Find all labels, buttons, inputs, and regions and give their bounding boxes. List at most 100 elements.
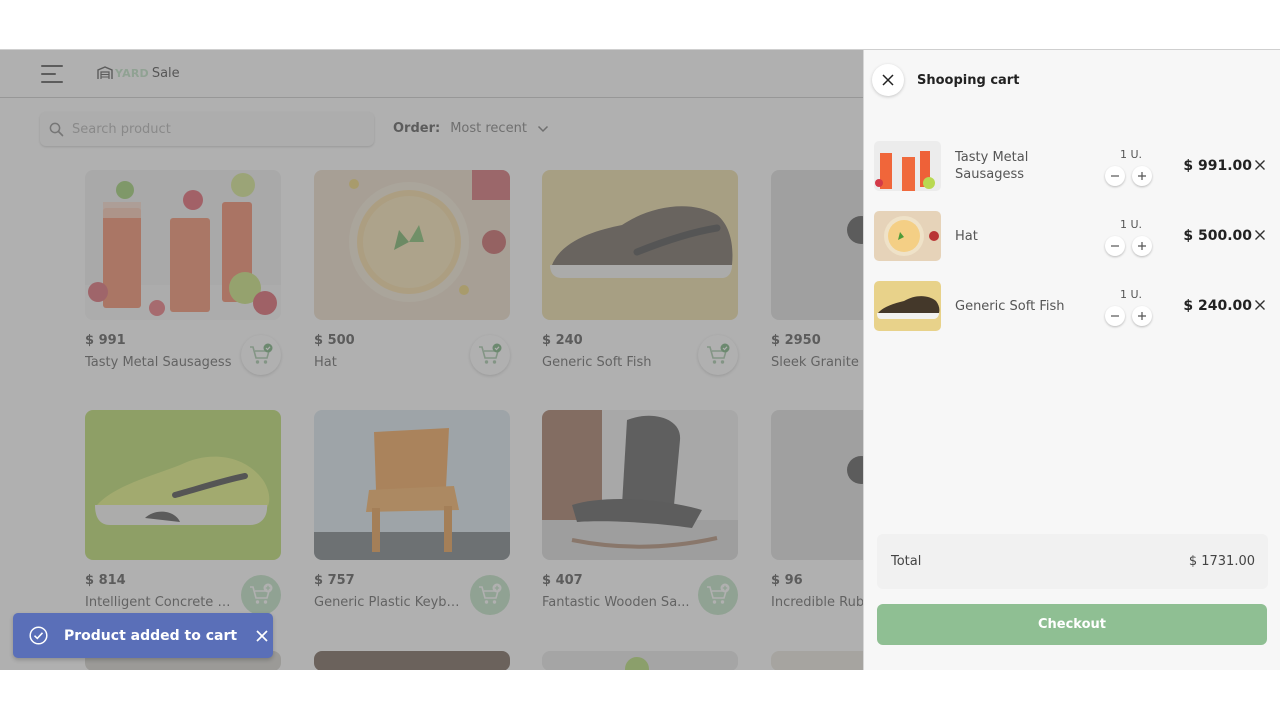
cart-total: Total $ 1731.00 — [877, 534, 1268, 589]
product-name: Sleek Granite — [771, 355, 859, 370]
cart-check-icon — [707, 343, 730, 364]
add-to-cart-button[interactable] — [470, 575, 510, 615]
check-circle-icon — [29, 626, 48, 645]
increase-quantity-button[interactable] — [1132, 236, 1152, 256]
cart-item-name: Tasty Metal Sausagess — [955, 150, 1029, 182]
product-card[interactable]: $ 814 Intelligent Concrete S... — [85, 410, 281, 615]
toast-message: Product added to cart — [64, 627, 238, 644]
search-box — [40, 112, 374, 146]
logo[interactable]: YARD Sale — [97, 64, 180, 82]
decrease-quantity-button[interactable] — [1105, 166, 1125, 186]
cart-item: Hat 1 U. $ 500.00 — [874, 211, 1274, 261]
close-icon — [882, 74, 894, 86]
cart-add-icon — [250, 583, 273, 604]
added-to-cart-button[interactable] — [470, 335, 510, 375]
minus-icon — [1111, 245, 1119, 247]
product-price: $ 991 — [85, 333, 126, 348]
menu-line — [41, 81, 63, 83]
menu-button[interactable] — [41, 65, 63, 83]
add-to-cart-button[interactable] — [241, 575, 281, 615]
shop-logo-icon — [97, 66, 113, 79]
product-card[interactable] — [314, 651, 510, 670]
cart-item: Generic Soft Fish 1 U. $ 240.00 — [874, 281, 1274, 331]
product-name: Tasty Metal Sausagess — [85, 355, 232, 370]
minus-icon — [1111, 175, 1119, 177]
product-price: $ 500 — [314, 333, 355, 348]
cart-item-price: $ 991.00 — [1183, 158, 1252, 174]
product-price: $ 814 — [85, 573, 126, 588]
cart-title: Shooping cart — [917, 73, 1020, 88]
store-page: YARD Sale Order: Most recent — [0, 50, 863, 670]
product-price: $ 2950 — [771, 333, 821, 348]
product-card[interactable] — [771, 651, 863, 670]
product-name: Incredible Rub — [771, 595, 863, 610]
cart-check-icon — [479, 343, 502, 364]
increase-quantity-button[interactable] — [1132, 166, 1152, 186]
product-card[interactable] — [542, 651, 738, 670]
product-image — [771, 410, 863, 560]
product-name: Generic Soft Fish — [542, 355, 652, 370]
order-value: Most recent — [450, 121, 527, 136]
plus-icon — [1138, 172, 1146, 180]
product-image — [771, 170, 863, 320]
product-name: Fantastic Wooden Sa... — [542, 595, 690, 610]
toast-notification: Product added to cart — [13, 613, 273, 658]
product-card[interactable]: $ 500 Hat — [314, 170, 510, 375]
logo-text: Sale — [151, 65, 180, 81]
remove-item-icon[interactable] — [1253, 298, 1267, 312]
add-to-cart-button[interactable] — [698, 575, 738, 615]
cart-item-quantity: 1 U. — [1120, 218, 1143, 231]
cart-item-quantity: 1 U. — [1120, 288, 1143, 301]
product-image — [314, 410, 510, 560]
product-image — [771, 651, 863, 670]
product-price: $ 96 — [771, 573, 803, 588]
increase-quantity-button[interactable] — [1132, 306, 1152, 326]
cart-item-image — [874, 211, 941, 261]
product-image — [542, 170, 738, 320]
product-image — [542, 410, 738, 560]
menu-line — [41, 65, 63, 67]
cart-item-quantity: 1 U. — [1120, 148, 1143, 161]
total-value: $ 1731.00 — [1188, 554, 1255, 569]
plus-icon — [1138, 242, 1146, 250]
total-label: Total — [891, 554, 922, 569]
decrease-quantity-button[interactable] — [1105, 236, 1125, 256]
app-frame: YARD Sale Order: Most recent — [0, 49, 1280, 670]
search-input[interactable] — [72, 121, 352, 137]
search-icon — [49, 122, 64, 136]
cart-item-image — [874, 141, 941, 191]
cart-add-icon — [707, 583, 730, 604]
product-image — [314, 170, 510, 320]
top-header: YARD Sale — [0, 50, 863, 98]
product-card[interactable]: $ 96 Incredible Rub — [771, 410, 863, 610]
decrease-quantity-button[interactable] — [1105, 306, 1125, 326]
remove-item-icon[interactable] — [1253, 228, 1267, 242]
cart-check-icon — [250, 343, 273, 364]
product-name: Intelligent Concrete S... — [85, 595, 235, 610]
product-name: Hat — [314, 355, 337, 370]
product-image — [85, 170, 281, 320]
product-card[interactable]: $ 407 Fantastic Wooden Sa... — [542, 410, 738, 615]
product-card[interactable]: $ 757 Generic Plastic Keybo... — [314, 410, 510, 615]
added-to-cart-button[interactable] — [241, 335, 281, 375]
close-cart-button[interactable] — [872, 64, 904, 96]
added-to-cart-button[interactable] — [698, 335, 738, 375]
cart-item-name: Generic Soft Fish — [955, 299, 1065, 314]
product-image — [85, 410, 281, 560]
cart-drawer: Shooping cart Tasty Metal Sausagess 1 U. — [863, 50, 1280, 670]
product-price: $ 757 — [314, 573, 355, 588]
product-card[interactable]: $ 240 Generic Soft Fish — [542, 170, 738, 375]
cart-item-price: $ 240.00 — [1183, 298, 1252, 314]
menu-line — [41, 73, 56, 75]
product-image — [314, 651, 510, 670]
logo-accent-text: YARD — [115, 66, 149, 80]
product-card[interactable]: $ 991 Tasty Metal Sausagess — [85, 170, 281, 375]
plus-icon — [1138, 312, 1146, 320]
order-select[interactable]: Order: Most recent — [393, 121, 549, 136]
product-card[interactable]: $ 2950 Sleek Granite — [771, 170, 863, 370]
product-image — [542, 651, 738, 670]
remove-item-icon[interactable] — [1253, 158, 1267, 172]
order-label: Order: — [393, 121, 441, 136]
checkout-button[interactable]: Checkout — [877, 604, 1267, 645]
close-icon[interactable] — [256, 629, 268, 642]
